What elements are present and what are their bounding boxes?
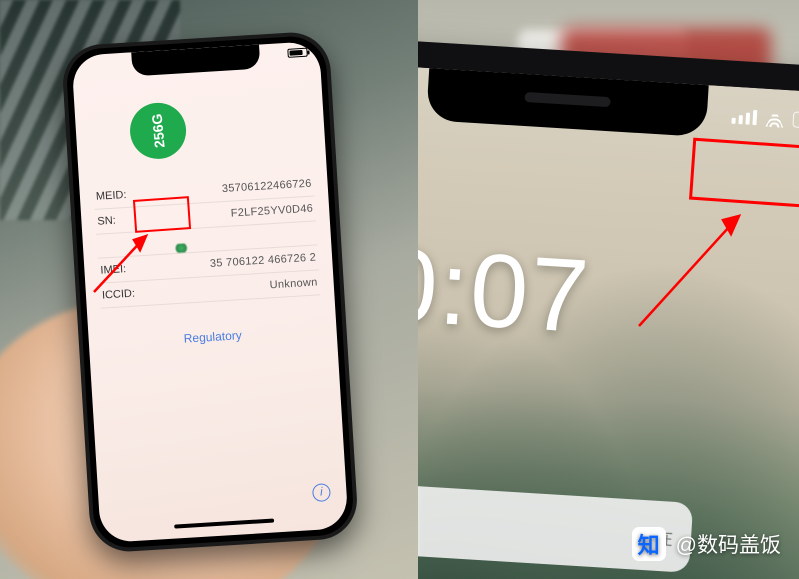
zhihu-logo-icon: 知 bbox=[632, 527, 666, 561]
right-photo: ⚡ 20:07 条微信消息 现在 知 @数码盖饭 bbox=[418, 0, 799, 579]
value: Unknown bbox=[158, 276, 318, 298]
speaker-icon bbox=[524, 92, 610, 107]
annotation-arrow bbox=[86, 222, 166, 300]
value: 35 706122 466726 2 bbox=[156, 251, 316, 273]
battery-charging-icon: ⚡ bbox=[792, 111, 799, 129]
photo-collage: 256G MEID: 35706122466726 SN: F2LF25YV0D… bbox=[0, 0, 799, 579]
storage-badge: 256G bbox=[128, 100, 189, 161]
watermark-handle: @数码盖饭 bbox=[676, 529, 781, 559]
screen-blemish bbox=[175, 243, 188, 253]
home-indicator[interactable] bbox=[174, 519, 274, 529]
annotation-arrow bbox=[621, 198, 771, 338]
watermark: 知 @数码盖饭 bbox=[632, 527, 781, 561]
lockscreen-time: 20:07 bbox=[418, 222, 593, 357]
left-photo: 256G MEID: 35706122466726 SN: F2LF25YV0D… bbox=[0, 0, 418, 579]
wifi-icon bbox=[765, 109, 784, 128]
cellular-icon bbox=[731, 108, 757, 124]
info-icon[interactable]: i bbox=[312, 483, 331, 502]
status-bar bbox=[287, 48, 308, 58]
status-bar: ⚡ bbox=[731, 107, 799, 131]
notification-text: 条微信消息 bbox=[418, 500, 640, 549]
battery-icon bbox=[287, 48, 308, 58]
notch bbox=[426, 68, 709, 137]
regulatory-link[interactable]: Regulatory bbox=[103, 323, 323, 350]
